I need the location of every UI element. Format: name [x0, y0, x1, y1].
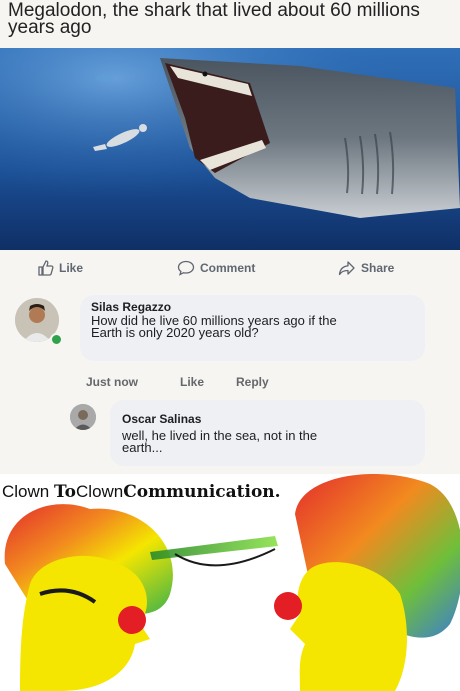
speech-bubble-icon — [177, 260, 195, 276]
comment-author[interactable]: Silas Regazzo — [91, 300, 171, 314]
megalodon-photo[interactable] — [0, 48, 460, 250]
comment-timestamp: Just now — [86, 375, 139, 389]
comment-item: Silas Regazzo How did he live 60 million… — [0, 293, 460, 393]
like-button[interactable]: Like — [38, 260, 83, 276]
comment-text: well, he lived in the sea, not in the ea… — [122, 428, 318, 455]
comment-reply-item: Oscar Salinas well, he lived in the sea,… — [0, 400, 460, 470]
caption-word-clown: Clown — [2, 482, 54, 501]
online-status-dot — [50, 333, 63, 346]
share-button-label: Share — [361, 261, 395, 275]
comment-author[interactable]: Oscar Salinas — [122, 412, 201, 426]
share-button[interactable]: Share — [338, 260, 394, 276]
clown-meme-image[interactable] — [0, 474, 460, 691]
post-title: Megalodon, the shark that lived about 60… — [8, 0, 420, 38]
meme-caption: Clown ToClownCommunication. — [2, 482, 281, 502]
like-button-label: Like — [59, 261, 84, 275]
comment-button[interactable]: Comment — [177, 260, 255, 276]
comment-like-link[interactable]: Like — [180, 375, 204, 389]
caption-word-clown-2: Clown — [76, 482, 124, 501]
comment-reply-link[interactable]: Reply — [236, 375, 269, 389]
avatar[interactable] — [70, 404, 96, 430]
comment-text: How did he live 60 millions years ago if… — [91, 313, 337, 340]
comment-button-label: Comment — [200, 261, 256, 275]
share-arrow-icon — [338, 260, 356, 276]
post-action-bar: Like Comment Share — [0, 258, 460, 282]
caption-word-to: To — [53, 482, 77, 502]
caption-word-communication: Communication. — [123, 482, 281, 502]
thumbs-up-icon — [38, 260, 54, 276]
